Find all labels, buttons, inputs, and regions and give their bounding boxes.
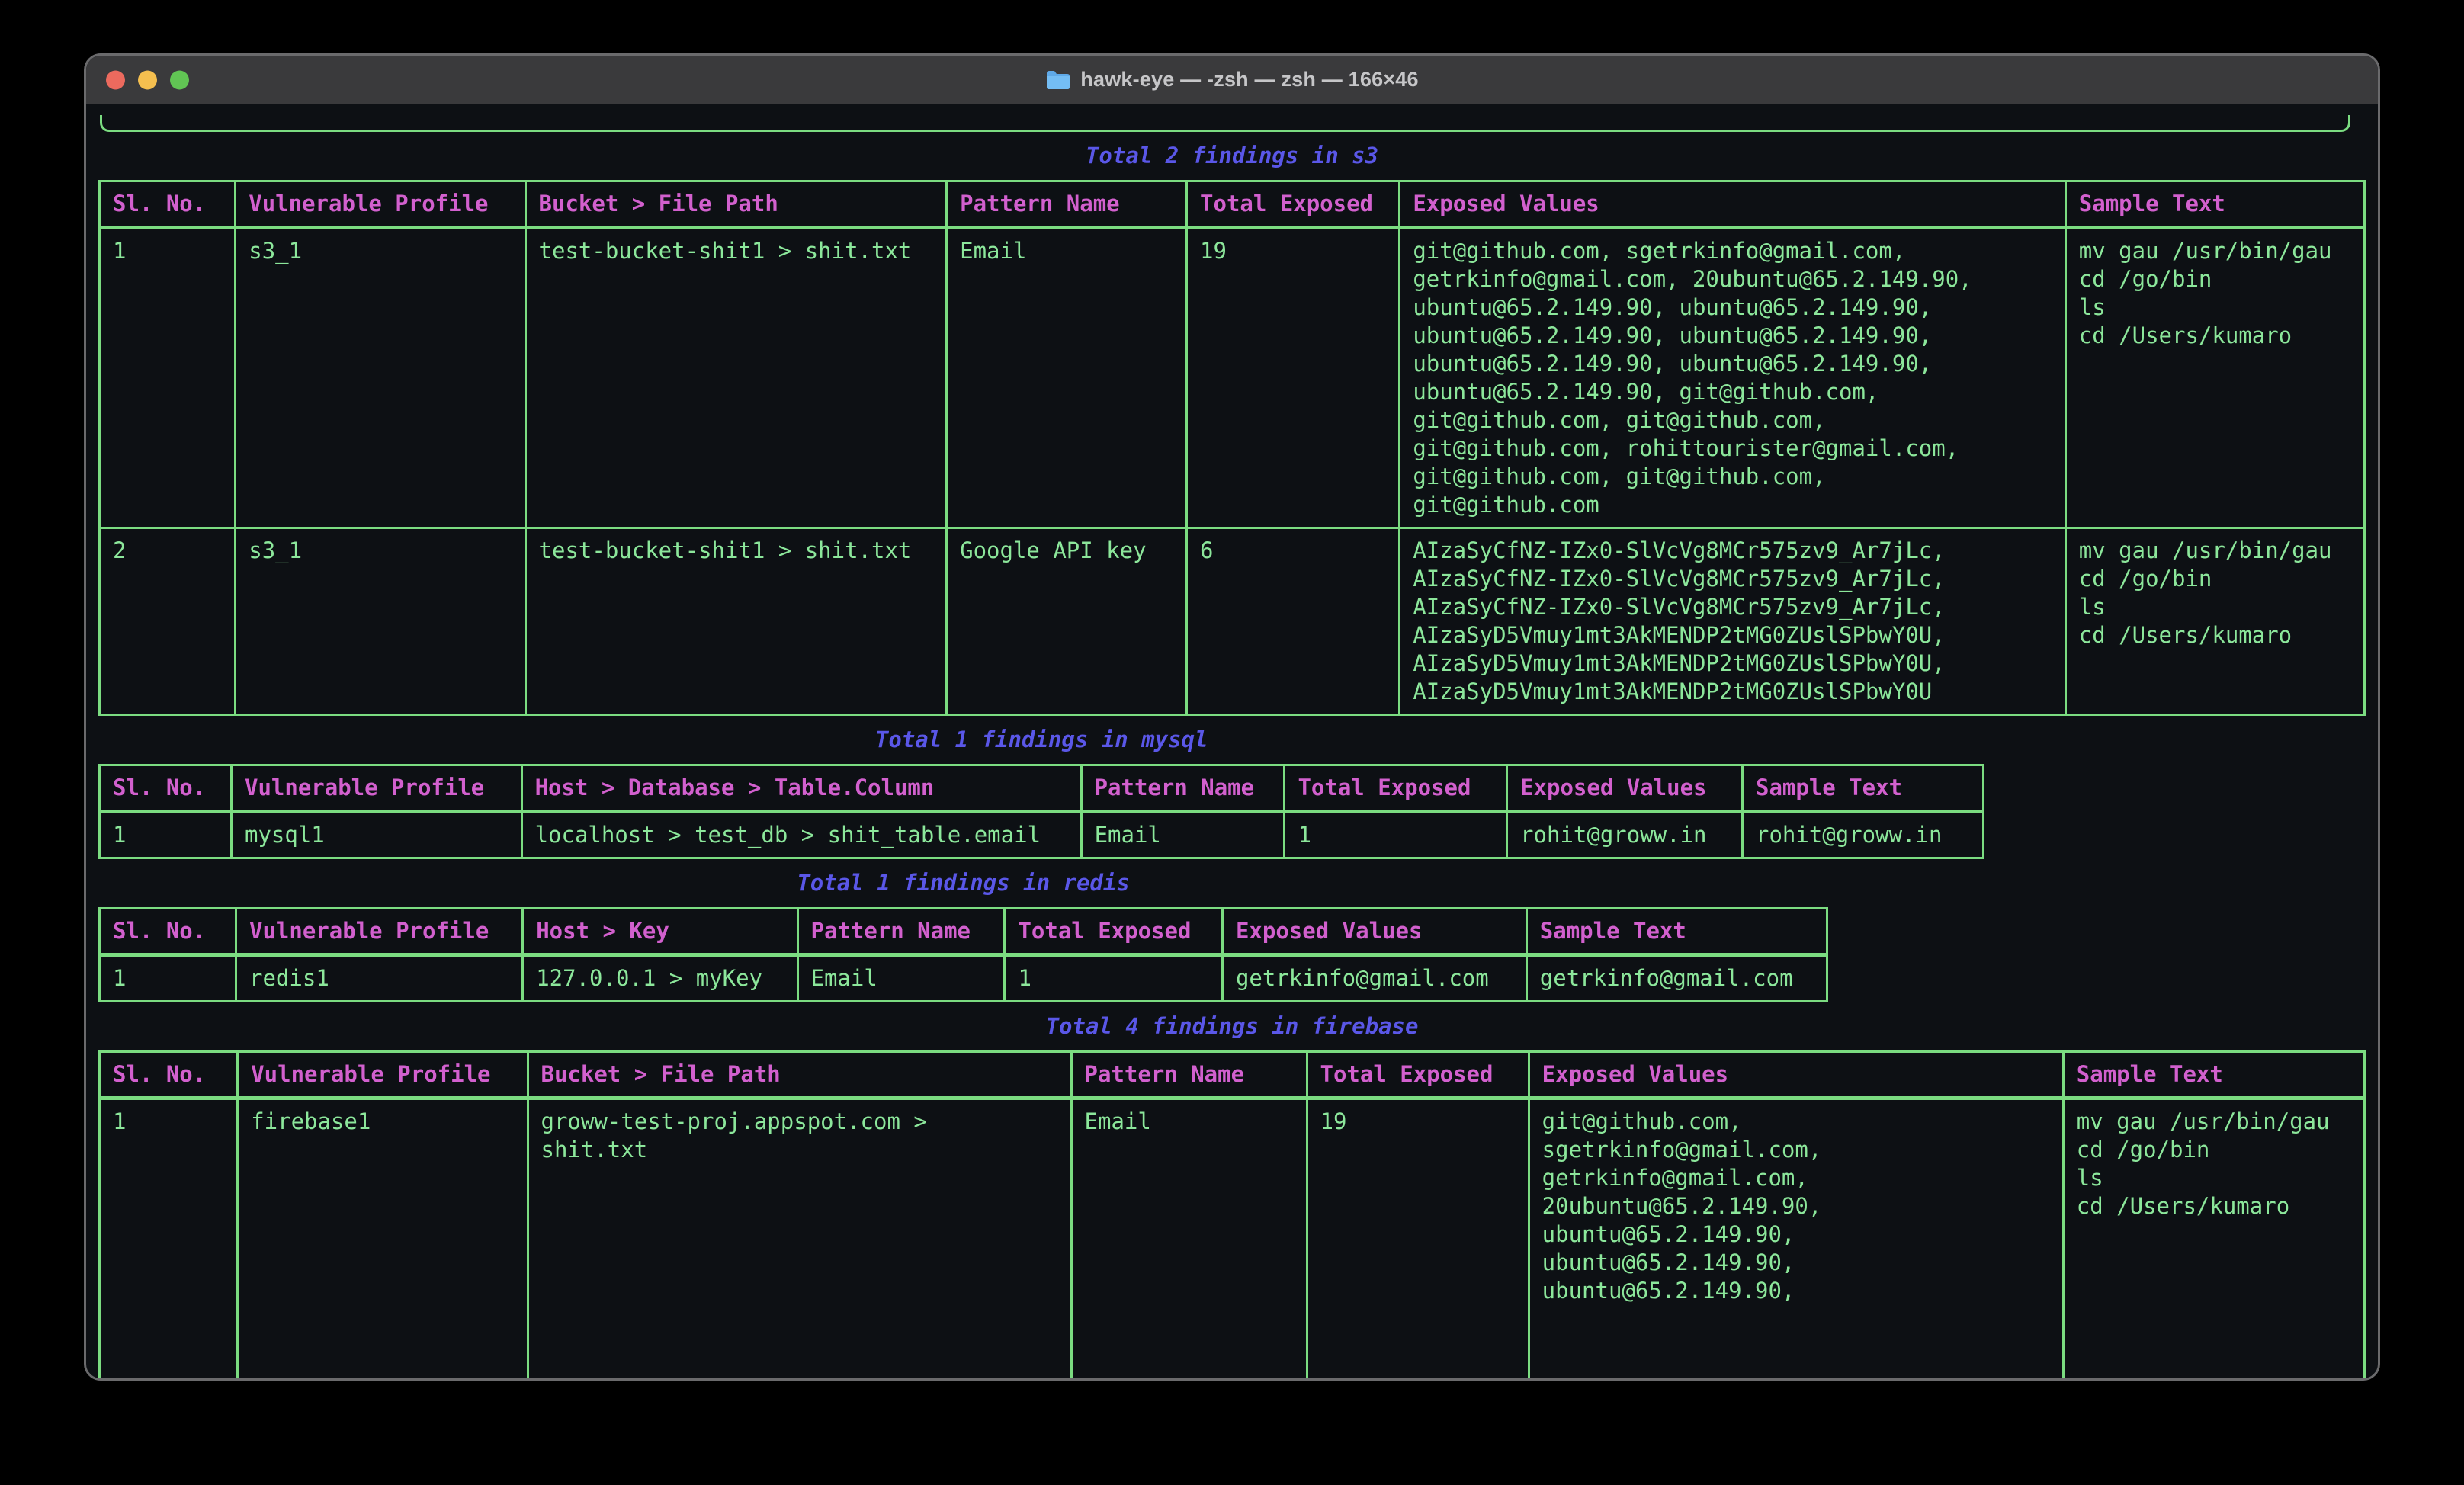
table-row: 1redis1127.0.0.1 > myKeyEmail1getrkinfo@… <box>100 955 1827 1002</box>
table-cell: 1 <box>100 1099 238 1378</box>
table-row: 1s3_1test-bucket-shit1 > shit.txtEmail19… <box>100 228 2365 528</box>
window-title-area: hawk-eye — -zsh — zsh — 166×46 <box>1045 68 1418 91</box>
column-header: Sample Text <box>2065 181 2364 228</box>
section-title-mysql: Total 1 findings in mysql <box>98 726 1984 754</box>
findings-table-mysql: Sl. No.Vulnerable ProfileHost > Database… <box>98 764 1984 859</box>
table-cell: mv gau /usr/bin/gau cd /go/bin ls cd /Us… <box>2065 228 2364 528</box>
section-title-redis: Total 1 findings in redis <box>98 869 1828 897</box>
table-cell: mysql1 <box>231 812 521 858</box>
section-title-s3: Total 2 findings in s3 <box>98 142 2366 170</box>
column-header: Pattern Name <box>1071 1052 1307 1099</box>
column-header: Exposed Values <box>1529 1052 2063 1099</box>
column-header: Exposed Values <box>1400 181 2065 228</box>
table-cell: git@github.com, sgetrkinfo@gmail.com, ge… <box>1529 1099 2063 1378</box>
table-cell: git@github.com, sgetrkinfo@gmail.com, ge… <box>1400 228 2065 528</box>
table-cell: getrkinfo@gmail.com <box>1526 955 1827 1002</box>
column-header: Total Exposed <box>1187 181 1400 228</box>
column-header: Host > Key <box>523 909 797 955</box>
desktop: hawk-eye — -zsh — zsh — 166×46 Total 2 f… <box>0 0 2464 1485</box>
table-cell: 1 <box>100 228 236 528</box>
header-row: Sl. No.Vulnerable ProfileHost > Database… <box>100 765 1984 812</box>
column-header: Sl. No. <box>100 181 236 228</box>
findings-table-redis: Sl. No.Vulnerable ProfileHost > KeyPatte… <box>98 907 1828 1002</box>
column-header: Sample Text <box>1526 909 1827 955</box>
column-header: Total Exposed <box>1307 1052 1529 1099</box>
section-title-firebase: Total 4 findings in firebase <box>98 1012 2366 1041</box>
table-cell: 6 <box>1187 528 1400 715</box>
column-header: Sl. No. <box>100 765 232 812</box>
column-header: Vulnerable Profile <box>231 765 521 812</box>
table-cell: Google API key <box>947 528 1187 715</box>
column-header: Pattern Name <box>1081 765 1285 812</box>
table-cell: Email <box>1071 1099 1307 1378</box>
traffic-lights <box>106 70 189 89</box>
column-header: Total Exposed <box>1005 909 1223 955</box>
header-row: Sl. No.Vulnerable ProfileBucket > File P… <box>100 181 2365 228</box>
fullscreen-button[interactable] <box>170 70 189 89</box>
column-header: Sample Text <box>2063 1052 2364 1099</box>
table-cell: rohit@groww.in <box>1507 812 1743 858</box>
titlebar[interactable]: hawk-eye — -zsh — zsh — 166×46 <box>86 56 2378 104</box>
findings-section-s3: Total 2 findings in s3 Sl. No.Vulnerable… <box>98 142 2366 716</box>
findings-table-firebase: Sl. No.Vulnerable ProfileBucket > File P… <box>98 1050 2366 1378</box>
column-header: Pattern Name <box>947 181 1187 228</box>
column-header: Vulnerable Profile <box>236 909 523 955</box>
column-header: Bucket > File Path <box>528 1052 1071 1099</box>
findings-section-redis: Total 1 findings in redis Sl. No.Vulnera… <box>98 869 1828 1002</box>
header-row: Sl. No.Vulnerable ProfileBucket > File P… <box>100 1052 2365 1099</box>
window-title: hawk-eye — -zsh — zsh — 166×46 <box>1080 68 1418 91</box>
column-header: Exposed Values <box>1222 909 1526 955</box>
close-button[interactable] <box>106 70 125 89</box>
table-cell: 2 <box>100 528 236 715</box>
column-header: Host > Database > Table.Column <box>521 765 1081 812</box>
folder-icon <box>1045 69 1071 91</box>
previous-table-bottom-border <box>100 115 2350 132</box>
column-header: Bucket > File Path <box>525 181 947 228</box>
table-row: 2s3_1test-bucket-shit1 > shit.txtGoogle … <box>100 528 2365 715</box>
column-header: Sl. No. <box>100 909 236 955</box>
table-cell: 1 <box>100 812 232 858</box>
table-cell: redis1 <box>236 955 523 1002</box>
findings-section-firebase: Total 4 findings in firebase Sl. No.Vuln… <box>98 1012 2366 1378</box>
table-cell: mv gau /usr/bin/gau cd /go/bin ls cd /Us… <box>2065 528 2364 715</box>
table-cell: 19 <box>1187 228 1400 528</box>
findings-table-s3: Sl. No.Vulnerable ProfileBucket > File P… <box>98 180 2366 716</box>
table-cell: groww-test-proj.appspot.com > shit.txt <box>528 1099 1071 1378</box>
table-row: 1firebase1groww-test-proj.appspot.com > … <box>100 1099 2365 1378</box>
column-header: Exposed Values <box>1507 765 1743 812</box>
column-header: Vulnerable Profile <box>238 1052 528 1099</box>
findings-section-mysql: Total 1 findings in mysql Sl. No.Vulnera… <box>98 726 1984 859</box>
table-cell: Email <box>947 228 1187 528</box>
table-cell: firebase1 <box>238 1099 528 1378</box>
table-cell: test-bucket-shit1 > shit.txt <box>525 228 947 528</box>
table-cell: mv gau /usr/bin/gau cd /go/bin ls cd /Us… <box>2063 1099 2364 1378</box>
minimize-button[interactable] <box>138 70 157 89</box>
table-cell: 1 <box>1285 812 1507 858</box>
header-row: Sl. No.Vulnerable ProfileHost > KeyPatte… <box>100 909 1827 955</box>
table-cell: 127.0.0.1 > myKey <box>523 955 797 1002</box>
table-cell: 19 <box>1307 1099 1529 1378</box>
column-header: Sample Text <box>1742 765 1983 812</box>
table-row: 1mysql1localhost > test_db > shit_table.… <box>100 812 1984 858</box>
terminal-window: hawk-eye — -zsh — zsh — 166×46 Total 2 f… <box>84 53 2380 1381</box>
table-cell: localhost > test_db > shit_table.email <box>521 812 1081 858</box>
column-header: Vulnerable Profile <box>236 181 525 228</box>
table-cell: s3_1 <box>236 228 525 528</box>
table-cell: rohit@groww.in <box>1742 812 1983 858</box>
column-header: Pattern Name <box>797 909 1005 955</box>
column-header: Total Exposed <box>1285 765 1507 812</box>
table-cell: 1 <box>100 955 236 1002</box>
table-cell: AIzaSyCfNZ-IZx0-SlVcVg8MCr575zv9_Ar7jLc,… <box>1400 528 2065 715</box>
table-cell: Email <box>1081 812 1285 858</box>
table-cell: Email <box>797 955 1005 1002</box>
column-header: Sl. No. <box>100 1052 238 1099</box>
table-cell: getrkinfo@gmail.com <box>1222 955 1526 1002</box>
terminal-content[interactable]: Total 2 findings in s3 Sl. No.Vulnerable… <box>86 104 2378 1378</box>
table-cell: 1 <box>1005 955 1223 1002</box>
table-cell: test-bucket-shit1 > shit.txt <box>525 528 947 715</box>
table-cell: s3_1 <box>236 528 525 715</box>
